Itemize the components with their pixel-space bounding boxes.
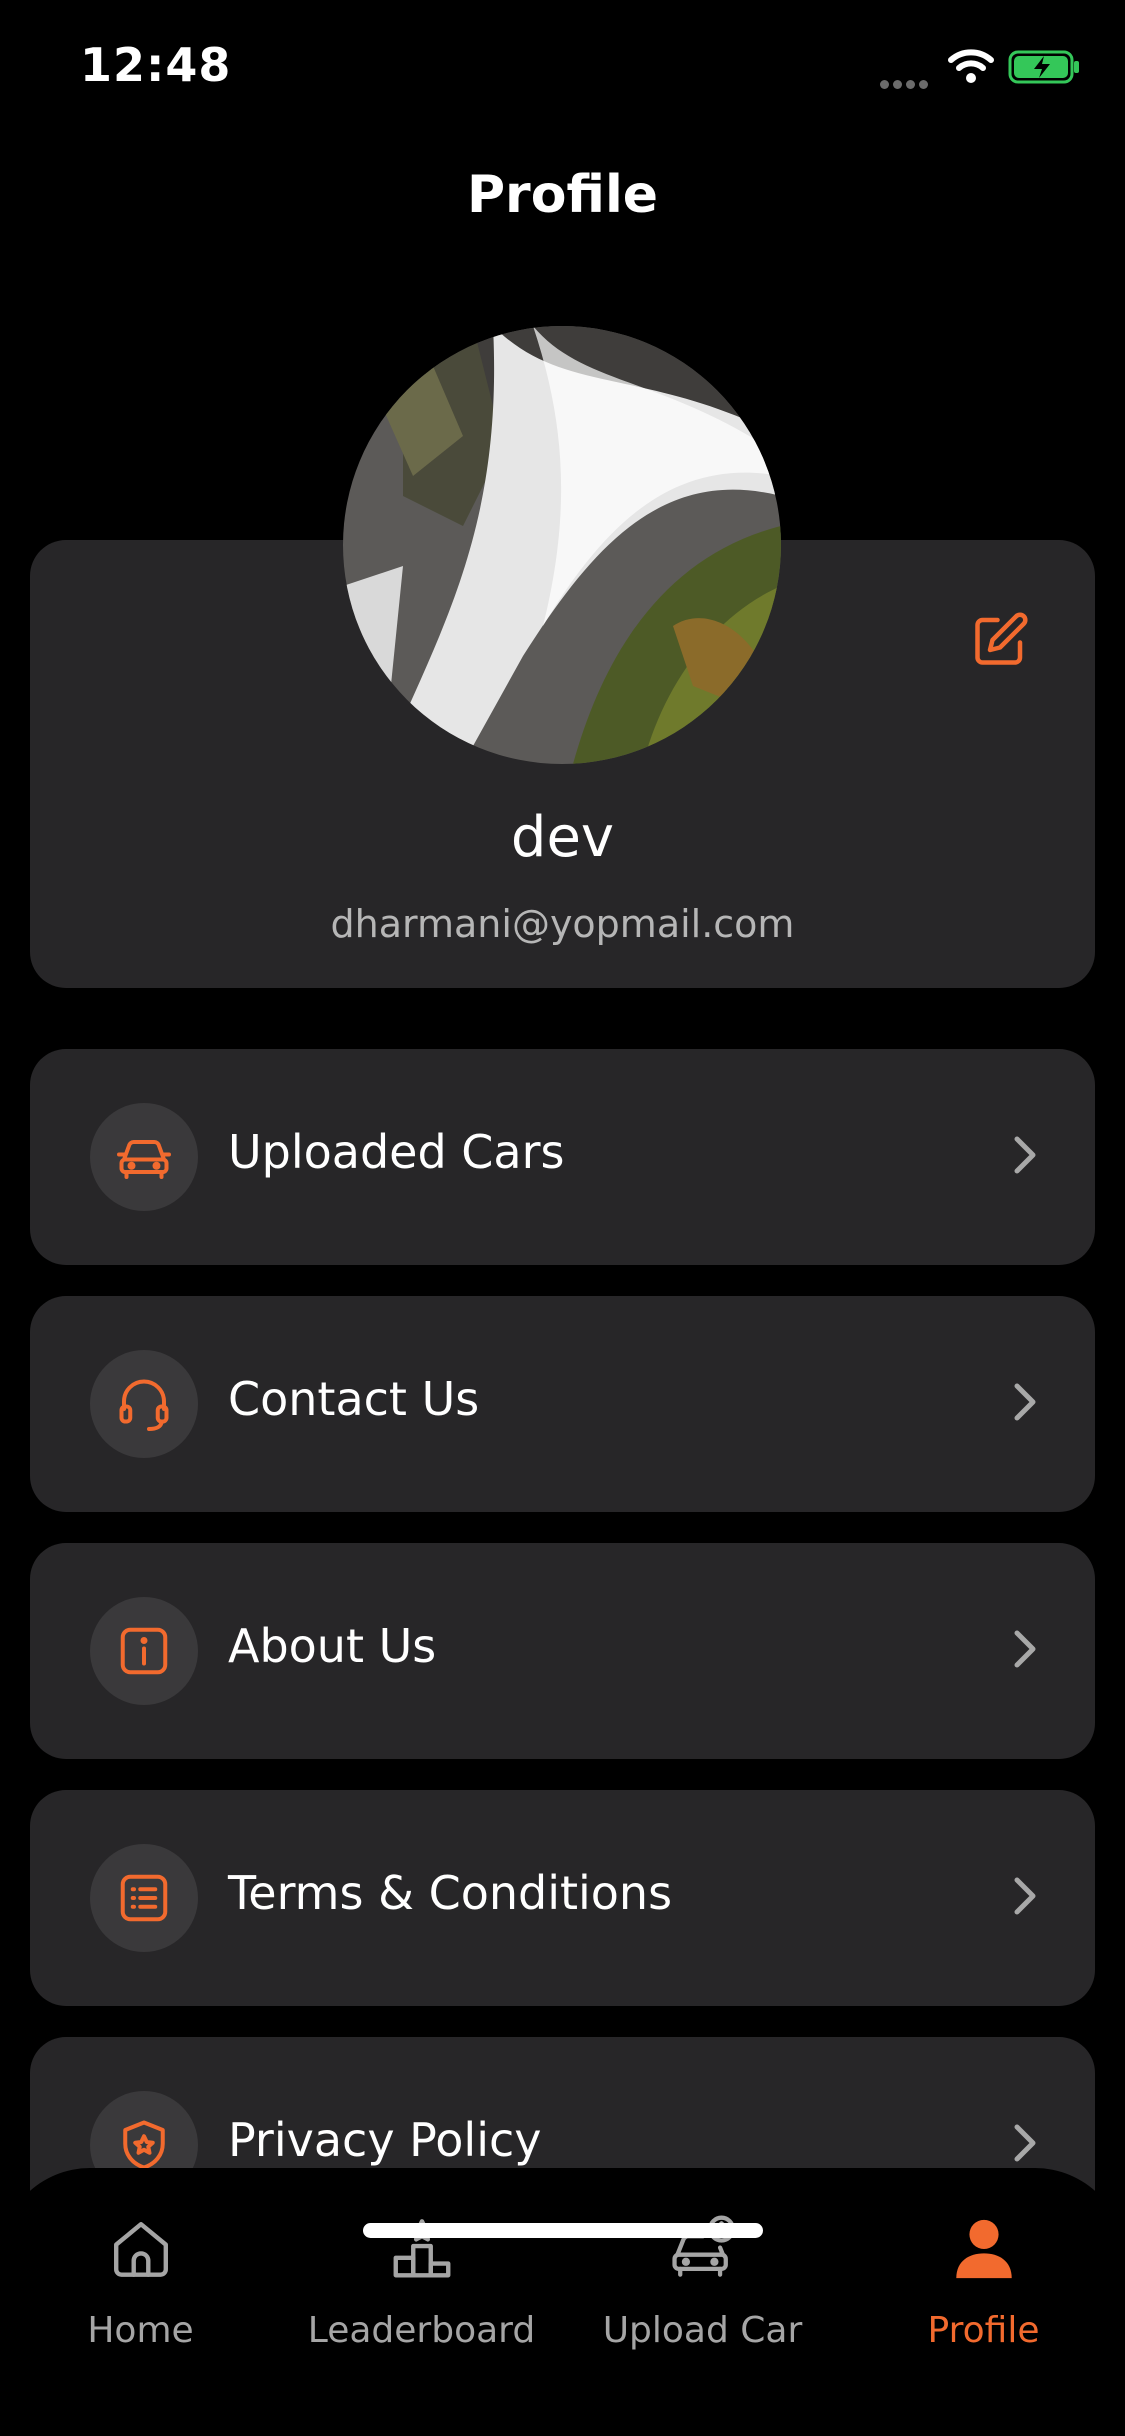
- tab-label: Leaderboard: [307, 2310, 536, 2351]
- menu-item-about-us[interactable]: About Us: [30, 1543, 1095, 1759]
- tab-bar: Home Leaderboard Upload Car Profile: [0, 2168, 1125, 2436]
- chevron-right-icon: [1014, 1136, 1036, 1174]
- menu-label: Uploaded Cars: [228, 1125, 565, 1179]
- page-title: Profile: [466, 165, 659, 225]
- edit-icon: [975, 612, 1028, 665]
- user-name: dev: [510, 805, 615, 870]
- cellular-signal-icon: [880, 74, 932, 93]
- avatar-image: [343, 326, 781, 764]
- shield-icon: [123, 2120, 165, 2170]
- menu-icon-badge: [90, 1350, 198, 1458]
- list-icon: [120, 1874, 168, 1922]
- battery-charging-icon: [1008, 50, 1079, 84]
- car-icon: [117, 1140, 171, 1179]
- tab-label: Profile: [927, 2310, 1040, 2351]
- tab-profile[interactable]: Profile: [843, 2168, 1124, 2368]
- edit-profile-button[interactable]: [960, 600, 1040, 680]
- tab-label: Home: [87, 2310, 194, 2351]
- info-icon: [120, 1627, 168, 1675]
- status-time: 12:48: [80, 38, 232, 92]
- tab-home[interactable]: Home: [0, 2168, 281, 2368]
- menu-item-terms-conditions[interactable]: Terms & Conditions: [30, 1790, 1095, 2006]
- menu-icon-badge: [90, 1103, 198, 1211]
- tab-upload-car[interactable]: Upload Car: [562, 2168, 843, 2368]
- wifi-icon: [948, 49, 994, 83]
- menu-label: Contact Us: [228, 1372, 480, 1426]
- chevron-right-icon: [1014, 2124, 1036, 2162]
- menu-icon-badge: [90, 1844, 198, 1952]
- menu-item-contact-us[interactable]: Contact Us: [30, 1296, 1095, 1512]
- status-bar: 12:48: [0, 0, 1125, 140]
- menu-item-uploaded-cars[interactable]: Uploaded Cars: [30, 1049, 1095, 1265]
- user-email: dharmani@yopmail.com: [330, 902, 795, 946]
- menu-label: About Us: [228, 1619, 437, 1673]
- menu-label: Privacy Policy: [228, 2113, 542, 2167]
- tab-label: Upload Car: [602, 2310, 803, 2351]
- chevron-right-icon: [1014, 1383, 1036, 1421]
- chevron-right-icon: [1014, 1877, 1036, 1915]
- home-indicator: [363, 2223, 763, 2238]
- home-icon: [113, 2222, 168, 2277]
- headset-icon: [119, 1379, 169, 1431]
- menu-icon-badge: [90, 1597, 198, 1705]
- menu-label: Terms & Conditions: [228, 1866, 673, 1920]
- tab-leaderboard[interactable]: Leaderboard: [281, 2168, 562, 2368]
- avatar[interactable]: [343, 326, 781, 764]
- profile-icon: [955, 2219, 1012, 2279]
- chevron-right-icon: [1014, 1630, 1036, 1668]
